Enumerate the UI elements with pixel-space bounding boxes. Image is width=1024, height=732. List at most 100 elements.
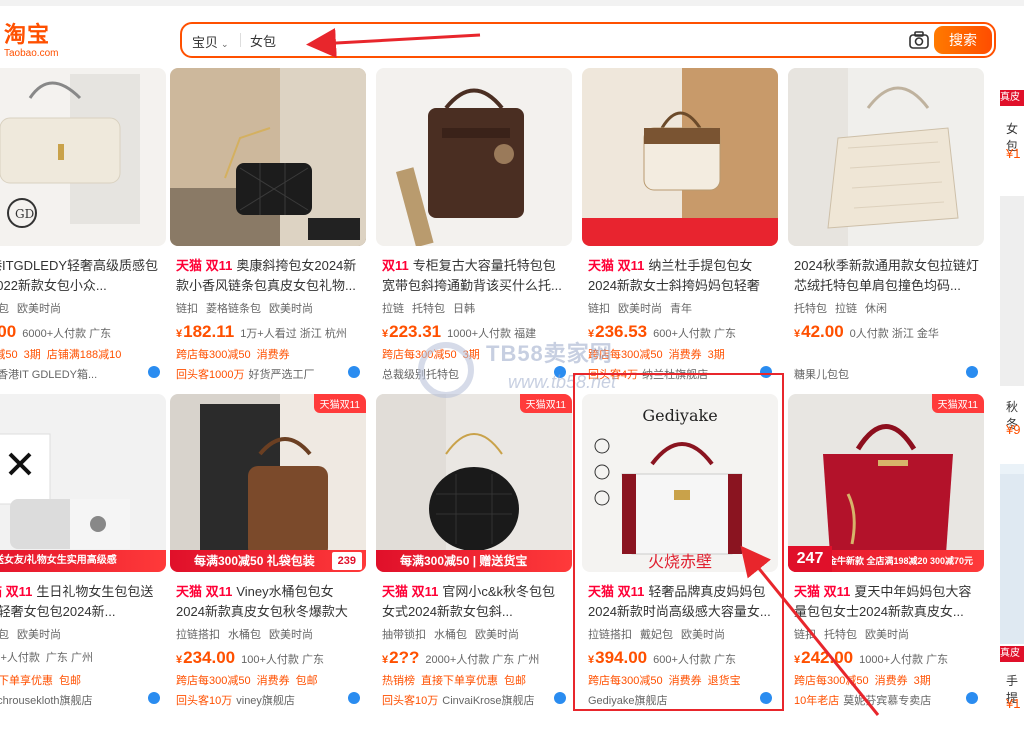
- product-image[interactable]: 送女友/礼物女生实用高级感: [0, 394, 166, 572]
- chat-icon[interactable]: [148, 692, 160, 704]
- product-image[interactable]: 天猫双11 每满300减50 | 赠送货宝: [376, 394, 572, 572]
- partial-price: ¥1: [1006, 696, 1021, 711]
- chat-icon[interactable]: [760, 366, 772, 378]
- product-image[interactable]: 天猫双11 金牛新款 全店满198减20 300减70元 247: [788, 394, 984, 572]
- partial-price: ¥9: [1006, 422, 1021, 437]
- camera-icon[interactable]: [908, 30, 930, 50]
- shop-name[interactable]: 10年老店 莫妮芬宾慕专卖店: [794, 692, 980, 708]
- product-card[interactable]: GD 香港ITGDLEDY轻奢高级质感包包2022新款女包小众... 马鞍包欧美…: [0, 68, 166, 388]
- product-price: ¥223.31: [382, 322, 442, 341]
- shop-name[interactable]: 回头客4万 纳兰杜旗舰店: [588, 366, 774, 382]
- chat-icon[interactable]: [760, 692, 772, 704]
- product-title[interactable]: 天猫 双11Viney水桶包包女2024新款真皮女包秋冬爆款大容...: [176, 582, 362, 622]
- product-card[interactable]: 双11 专柜复古大容量托特包包宽带包斜挎通勤背该买什么托... 拉链 托特包 日韩 ¥…: [376, 68, 572, 388]
- shop-name[interactable]: 回头客10万 CinvaiKrose旗舰店: [382, 692, 568, 708]
- product-card[interactable]: 天猫双11 每满300减50 | 赠送货宝 天猫 双11 官网小c&k秋冬包包女式…: [376, 394, 572, 724]
- partial-image[interactable]: [1000, 196, 1024, 386]
- product-sales: 600+人付款 广东: [653, 654, 736, 666]
- product-tags: 抽带锁扣 水桶包 欧美时尚: [382, 629, 519, 641]
- product-tags: 拉链 托特包 日韩: [382, 303, 475, 315]
- product-image[interactable]: [376, 68, 572, 246]
- search-button[interactable]: 搜索: [934, 26, 992, 54]
- chat-icon[interactable]: [348, 366, 360, 378]
- product-price: ¥182.11: [176, 322, 235, 341]
- shop-name[interactable]: 回头客1000万 好货严选工厂: [176, 366, 362, 382]
- product-card-partial[interactable]: 真皮 女包 ¥1: [1000, 68, 1024, 388]
- chat-icon[interactable]: [148, 366, 160, 378]
- product-title[interactable]: 2024秋季新款通用款女包拉链灯芯绒托特包单肩包撞色均码...: [794, 256, 980, 296]
- product-title[interactable]: 天猫 双11 奥康斜挎包女2024新款小香风链条包真皮女包礼物...: [176, 256, 362, 296]
- svg-text:GD: GD: [15, 207, 34, 221]
- product-price-line: ¥234.00 100+人付款 广东: [176, 648, 324, 668]
- taobao-logo[interactable]: 淘宝 Taobao.com: [4, 24, 64, 60]
- product-tags: 链扣 欧美时尚 青年: [588, 303, 692, 315]
- product-tags: 马鞍包欧美时尚: [0, 300, 69, 316]
- shop-name[interactable]: 回头客10万 viney旗舰店: [176, 692, 362, 708]
- product-price-line: ¥42.00 0人付款 浙江 金华: [794, 322, 939, 342]
- product-title[interactable]: 天猫 双11 夏天中年妈妈包大容量包包女士2024新款真皮女...: [794, 582, 980, 622]
- product-sales: 1万+人看过 浙江 杭州: [240, 328, 347, 340]
- product-card[interactable]: 天猫双11 金牛新款 全店满198减20 300减70元 247 天猫 双11 夏…: [788, 394, 984, 724]
- shop-name[interactable]: 6千chrousekloth旗舰店: [0, 692, 162, 708]
- product-price-line: ¥182.11 1万+人看过 浙江 杭州: [176, 322, 347, 342]
- product-sales: 0人付款 浙江 金华: [849, 328, 939, 340]
- product-card[interactable]: 送女友/礼物女生实用高级感 天猫 双11生日礼物女生包包送c&k轻奢女包包202…: [0, 394, 166, 724]
- search-category-label: 宝贝: [192, 35, 219, 50]
- shop-name[interactable]: 1万香港IT GDLEDY箱...: [0, 366, 162, 382]
- product-title[interactable]: 双11 专柜复古大容量托特包包宽带包斜挎通勤背该买什么托...: [382, 256, 568, 296]
- tmall-double11-badge: 天猫双11: [931, 394, 984, 413]
- chat-icon[interactable]: [554, 692, 566, 704]
- product-promos: 跨店每300减50 消费券 退货宝: [588, 675, 741, 687]
- search-category-dropdown[interactable]: 宝贝 ⌄: [192, 32, 229, 51]
- promo-banner: 每满300减50 礼袋包装 239: [170, 550, 366, 572]
- product-sales: 2000+人付款 广东 广州: [425, 654, 540, 666]
- tmall-double11-badge: 天猫双11: [313, 394, 366, 413]
- product-price: ¥234.00: [176, 648, 236, 667]
- product-title[interactable]: 天猫 双11生日礼物女生包包送c&k轻奢女包包2024新...: [0, 582, 162, 622]
- product-card[interactable]: Gediyake 火烧赤壁 天猫 双11 轻奢品牌真皮妈妈包2024新款时尚高级感…: [582, 394, 778, 724]
- product-card[interactable]: 2024秋季新款通用款女包拉链灯芯绒托特包单肩包撞色均码... 托特包 拉链 休闲 …: [788, 68, 984, 388]
- partial-price: ¥1: [1006, 146, 1021, 161]
- promo-tag: 3期: [23, 349, 41, 361]
- product-card-partial[interactable]: 真皮 手提 ¥1: [1000, 474, 1024, 724]
- product-tags: 拉链搭扣 水桶包 欧美时尚: [176, 629, 313, 641]
- search-input[interactable]: [250, 28, 890, 52]
- product-card[interactable]: 天猫双11 每满300减50 礼袋包装 239 天猫 双11 Viney水桶包包女2…: [170, 394, 366, 724]
- partial-image[interactable]: [1000, 474, 1024, 644]
- product-image[interactable]: Gediyake 火烧赤壁: [582, 394, 778, 572]
- shop-name[interactable]: 糖果儿包包: [794, 366, 980, 382]
- product-image[interactable]: [170, 68, 366, 246]
- product-promos: 300减50 3期店铺满188减10: [0, 346, 127, 362]
- chat-icon[interactable]: [554, 366, 566, 378]
- product-title[interactable]: 香港ITGDLEDY轻奢高级质感包包2022新款女包小众...: [0, 256, 162, 296]
- chat-icon[interactable]: [966, 366, 978, 378]
- product-title[interactable]: 天猫 双11 官网小c&k秋冬包包女式2024新款女包斜...: [382, 582, 568, 622]
- product-image[interactable]: [788, 68, 984, 246]
- product-card[interactable]: 天猫 双11纳兰杜手提包包女2024新款女士斜挎妈妈包轻奢品... 链扣欧美时尚…: [582, 68, 778, 388]
- tmall-double11-badge: 天猫双11: [519, 394, 572, 413]
- product-image[interactable]: [582, 68, 778, 246]
- product-promos: 跨店每300减50 消费券: [176, 349, 290, 361]
- product-tags: 拉链搭扣 戴妃包 欧美时尚: [588, 629, 725, 641]
- product-promos: 直接下单享优惠包邮: [0, 675, 81, 687]
- product-tags: 链扣 菱格链条包 欧美时尚: [176, 303, 313, 315]
- product-price-line: ¥242.00 1000+人付款 广东: [794, 648, 948, 668]
- product-image[interactable]: GD: [0, 68, 166, 246]
- chat-icon[interactable]: [966, 692, 978, 704]
- product-price-line: ¥223.31 1000+人付款 福建: [382, 322, 536, 342]
- promo-banner: 送女友/礼物女生实用高级感: [0, 550, 166, 572]
- product-price-line: ¥236.53 600+人付款 广东: [588, 322, 736, 342]
- product-price: ¥242.00: [794, 648, 854, 667]
- product-card-partial[interactable]: 秋冬 ¥9: [1000, 394, 1024, 484]
- chat-icon[interactable]: [348, 692, 360, 704]
- product-brand-text: Gediyake: [642, 406, 718, 425]
- product-title[interactable]: 天猫 双11纳兰杜手提包包女2024新款女士斜挎妈妈包轻奢品...: [588, 256, 774, 296]
- shop-name[interactable]: 总裁级别托特包: [382, 366, 568, 382]
- product-sales: 100+人付款 广东: [241, 654, 324, 666]
- logo-text: 淘宝: [4, 23, 51, 48]
- shop-name[interactable]: Gediyake旗舰店: [588, 692, 774, 708]
- product-card[interactable]: 天猫 双11 奥康斜挎包女2024新款小香风链条包真皮女包礼物... 链扣 菱格链条…: [170, 68, 366, 388]
- product-title[interactable]: 天猫 双11 轻奢品牌真皮妈妈包2024新款时尚高级感大容量女...: [588, 582, 774, 622]
- product-image[interactable]: 天猫双11 每满300减50 礼袋包装 239: [170, 394, 366, 572]
- product-price: ¥2??: [382, 648, 420, 667]
